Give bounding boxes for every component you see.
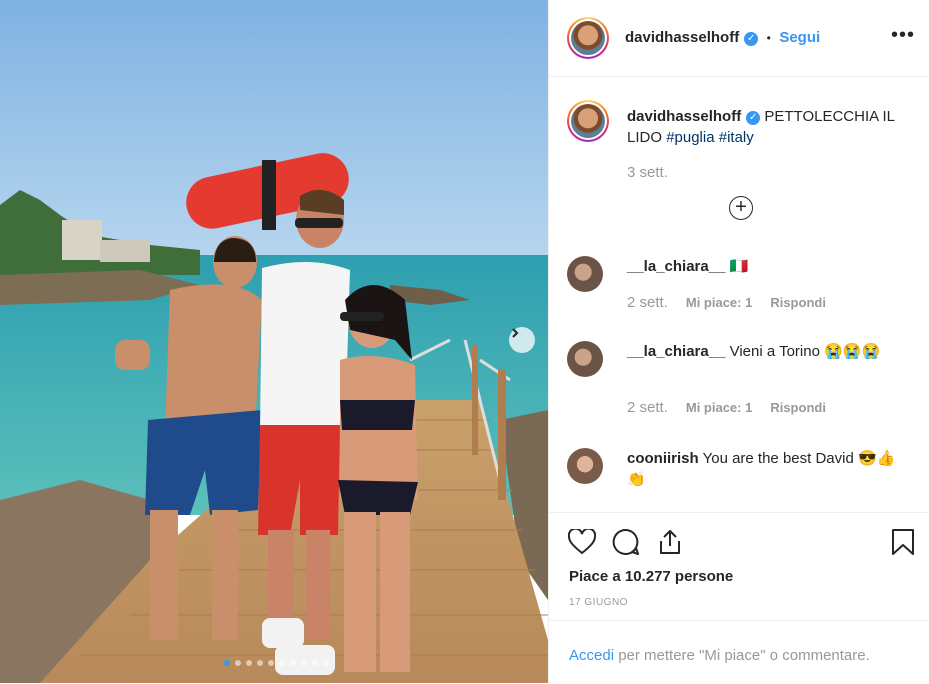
carousel-next-button[interactable] (509, 327, 535, 353)
carousel-dot (290, 660, 296, 666)
share-button[interactable] (655, 527, 685, 557)
caption-avatar[interactable] (567, 100, 609, 142)
comment-username[interactable]: __la_chiara__ (627, 343, 725, 360)
header-user: davidhasselhoff ✓ • Segui (625, 29, 820, 47)
action-icons (567, 527, 685, 557)
comment-likes[interactable]: Mi piace: 1 (686, 400, 752, 415)
comment-time[interactable]: 2 sett. (627, 294, 668, 311)
caption-username[interactable]: davidhasselhoff (627, 108, 741, 125)
comment-meta: 2 sett. Mi piace: 1 Rispondi (627, 294, 826, 311)
comment-time[interactable]: 2 sett. (627, 399, 668, 416)
commenter-avatar[interactable] (567, 256, 603, 292)
carousel-dot (268, 660, 274, 666)
comment-text-block: cooniirish You are the best David 😎👍👏 (627, 448, 897, 490)
comment-button[interactable] (611, 527, 641, 557)
load-more-comments-button[interactable]: + (729, 196, 753, 220)
hashtag-link[interactable]: #puglia (666, 129, 714, 146)
caption-text-block: davidhasselhoff ✓ PETTOLECCHIA IL LIDO #p… (627, 106, 917, 183)
post-photo[interactable] (0, 0, 548, 683)
like-button[interactable] (567, 527, 597, 557)
verified-badge-icon: ✓ (746, 111, 761, 125)
carousel-dot (235, 660, 241, 666)
comment-text: Vieni a Torino 😭😭😭 (729, 343, 881, 360)
carousel-dot (279, 660, 285, 666)
commenter-avatar[interactable] (567, 341, 603, 377)
carousel-dot (257, 660, 263, 666)
post-date[interactable]: 17 GIUGNO (569, 597, 628, 608)
comment-username[interactable]: __la_chiara__ (627, 258, 725, 275)
carousel-dot (224, 660, 230, 666)
header-username[interactable]: davidhasselhoff (625, 29, 739, 46)
commenter-avatar[interactable] (567, 448, 603, 484)
follow-button[interactable]: Segui (779, 29, 820, 46)
comment-bubble-icon (612, 528, 639, 555)
comment-text-block: __la_chiara__ 🇮🇹 (627, 256, 897, 277)
caption-time[interactable]: 3 sett. (627, 162, 917, 183)
chevron-right-icon (512, 328, 519, 338)
reply-button[interactable]: Rispondi (770, 295, 826, 310)
comment-text: 🇮🇹 (729, 258, 749, 275)
carousel-indicator (224, 660, 329, 666)
comment-likes[interactable]: Mi piace: 1 (686, 295, 752, 310)
bookmark-icon (892, 529, 914, 555)
carousel-dot (312, 660, 318, 666)
avatar-image (571, 21, 605, 55)
login-prompt: Accedi per mettere "Mi piace" o commenta… (549, 620, 929, 684)
post-actions: Piace a 10.277 persone 17 GIUGNO Accedi … (549, 512, 929, 683)
reply-button[interactable]: Rispondi (770, 400, 826, 415)
save-button[interactable] (888, 527, 918, 557)
profile-avatar[interactable] (567, 17, 609, 59)
comment-meta: 2 sett. Mi piace: 1 Rispondi (627, 399, 826, 416)
carousel-dot (301, 660, 307, 666)
login-link[interactable]: Accedi (569, 647, 614, 664)
login-prompt-text: per mettere "Mi piace" o commentare. (614, 647, 870, 664)
share-icon (660, 530, 680, 554)
carousel-dot (323, 660, 329, 666)
more-options-icon[interactable]: ••• (891, 24, 915, 47)
hashtag-link[interactable]: #italy (719, 129, 754, 146)
beach-photo-illustration (0, 0, 548, 683)
post-side-panel: davidhasselhoff ✓ • Segui ••• davidhassel… (548, 0, 929, 683)
post-header: davidhasselhoff ✓ • Segui ••• (549, 0, 929, 77)
heart-icon (568, 529, 596, 555)
header-separator: • (766, 31, 771, 45)
carousel-dot (246, 660, 252, 666)
verified-badge-icon: ✓ (744, 32, 759, 46)
comment-username[interactable]: cooniirish (627, 450, 699, 467)
avatar-image (571, 104, 605, 138)
likes-count[interactable]: Piace a 10.277 persone (569, 568, 733, 585)
comment-text-block: __la_chiara__ Vieni a Torino 😭😭😭 (627, 341, 897, 362)
